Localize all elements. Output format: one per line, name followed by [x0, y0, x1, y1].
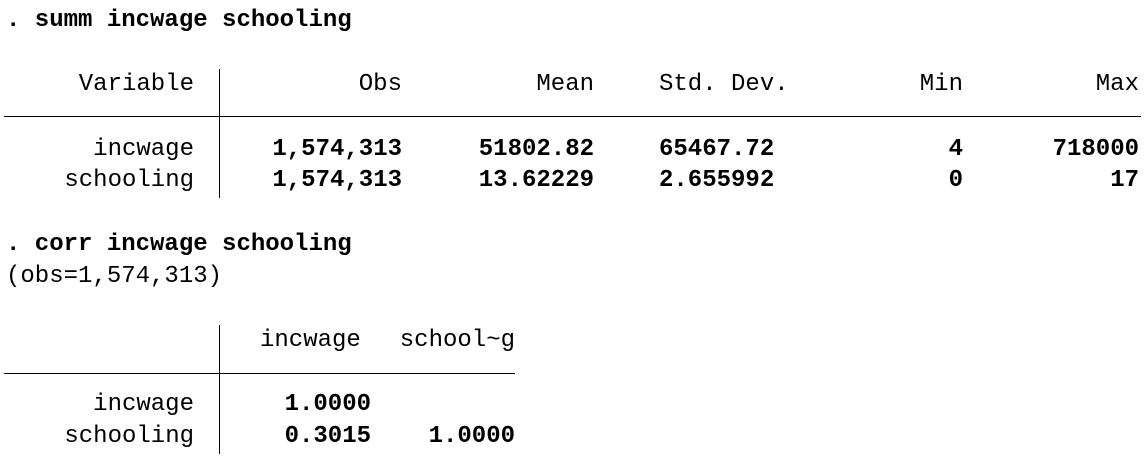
corr-cell: 1.0000 [428, 423, 515, 450]
summ-header-mean: Mean [536, 71, 594, 98]
summ-row-max: 17 [1110, 167, 1139, 194]
corr-command-line: . corr incwage schooling [6, 231, 352, 258]
summ-row-sd: 2.655992 [659, 167, 775, 194]
corr-cell: 0.3015 [284, 423, 371, 450]
corr-header-separator [219, 325, 220, 373]
summ-command-line: . summ incwage schooling [6, 7, 352, 34]
corr-header-schooling: school~g [399, 327, 515, 354]
corr-row-variable: incwage [93, 391, 194, 418]
summ-row-mean: 51802.82 [478, 136, 594, 163]
summ-divider [4, 116, 1141, 117]
summ-row-min: 0 [948, 167, 963, 194]
summ-header-min: Min [919, 71, 963, 98]
corr-obs-note: (obs=1,574,313) [6, 263, 223, 290]
corr-cell [380, 393, 515, 417]
summ-header-std-dev: Std. Dev. [659, 71, 789, 98]
summ-header-variable: Variable [78, 71, 194, 98]
corr-row-variable: schooling [64, 423, 194, 450]
corr-divider [4, 373, 515, 374]
summ-row-obs: 1,574,313 [272, 136, 402, 163]
summ-row-min: 4 [948, 136, 963, 163]
summ-header-max: Max [1095, 71, 1139, 98]
summ-row-max: 718000 [1052, 136, 1139, 163]
summ-row-variable: schooling [64, 167, 194, 194]
summ-row-obs: 1,574,313 [272, 167, 402, 194]
summ-row-sd: 65467.72 [659, 136, 775, 163]
corr-body-separator [219, 374, 220, 454]
summ-header-obs: Obs [358, 71, 402, 98]
summ-row-mean: 13.62229 [478, 167, 594, 194]
corr-header-incwage: incwage [260, 327, 361, 354]
corr-cell: 1.0000 [284, 391, 371, 418]
summ-row-variable: incwage [93, 136, 194, 163]
summ-header-separator [219, 69, 220, 116]
